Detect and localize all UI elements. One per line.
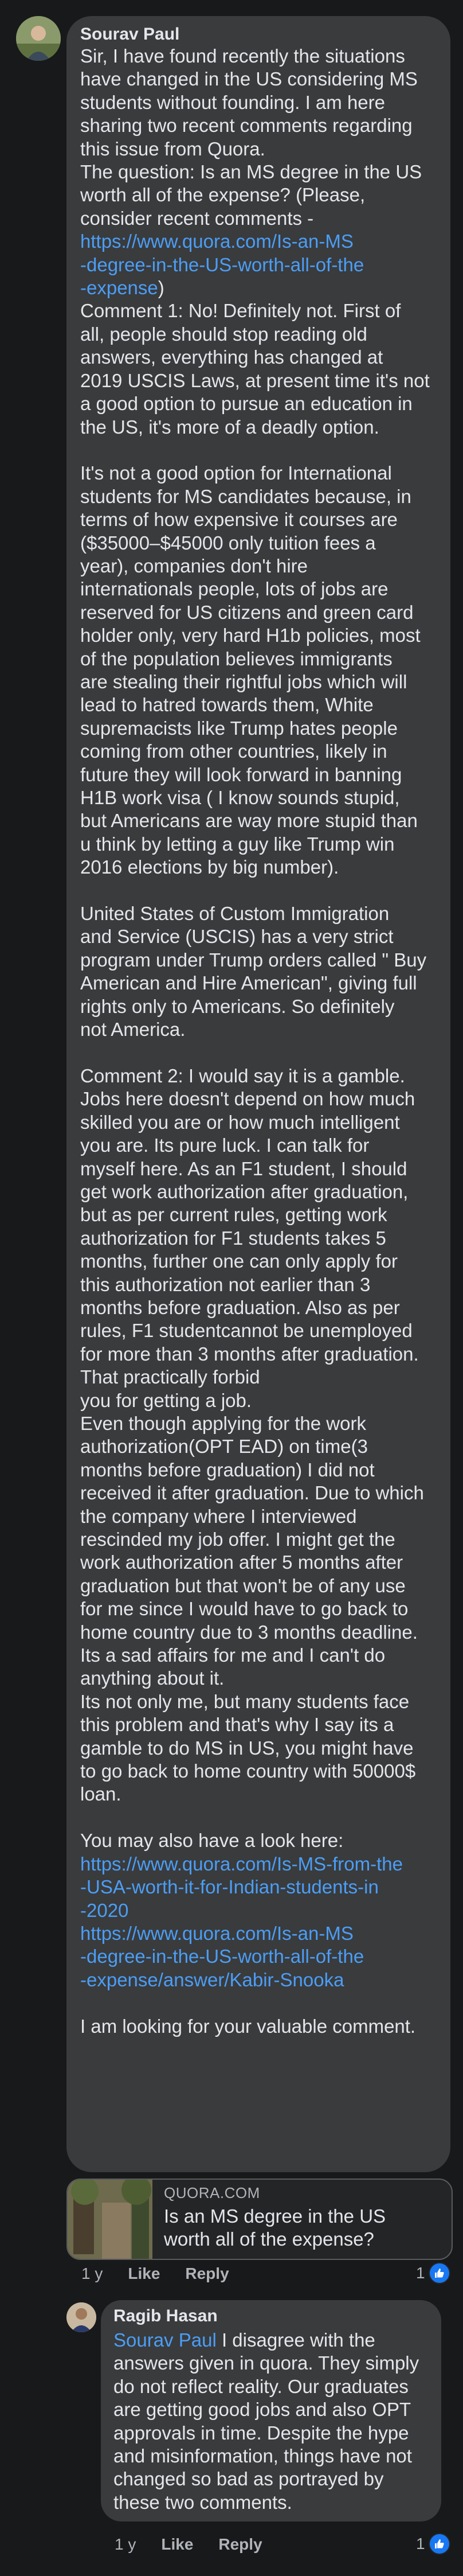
reaction-number: 1 [416, 2264, 425, 2282]
quora-question-link[interactable]: https://www.quora.com/Is-an-MS -degree-i… [80, 231, 364, 298]
reply-text: I disagree with the answers given in quo… [113, 2329, 419, 2513]
reply-bubble: Ragib Hasan Sourav Paul I disagree with … [101, 2300, 441, 2522]
thumbs-up-icon [428, 2533, 450, 2555]
like-button[interactable]: Like [128, 2265, 160, 2283]
comment-text: ) Comment 1: No! Definitely not. First o… [80, 277, 430, 1852]
comment-text: I am looking for your valuable comment. [80, 2015, 416, 2037]
reply-like-button[interactable]: Like [161, 2535, 193, 2554]
comment-text: Sir, I have found recently the situation… [80, 45, 422, 229]
reaction-number: 1 [416, 2535, 425, 2552]
reply-button[interactable]: Reply [185, 2265, 229, 2283]
reply-author-name[interactable]: Ragib Hasan [113, 2306, 429, 2326]
reply-reaction-count[interactable]: 1 [416, 2533, 450, 2555]
preview-thumbnail [68, 2180, 152, 2259]
comment-actions: 1 y Like Reply [81, 2265, 229, 2283]
link-preview-card[interactable]: QUORA.COM Is an MS degree in the US wort… [66, 2179, 453, 2260]
preview-title: Is an MS degree in the US worth all of t… [164, 2205, 386, 2250]
reply-timestamp[interactable]: 1 y [115, 2535, 136, 2554]
comment-body: Sir, I have found recently the situation… [80, 45, 437, 2038]
comment-author-name[interactable]: Sourav Paul [80, 24, 437, 45]
quora-indian-students-link[interactable]: https://www.quora.com/Is-MS-from-the -US… [80, 1853, 403, 1921]
thumbs-up-icon [428, 2262, 450, 2284]
mention-link[interactable]: Sourav Paul [113, 2329, 217, 2351]
comment-timestamp[interactable]: 1 y [81, 2265, 103, 2283]
reply-avatar[interactable] [66, 2302, 96, 2332]
reply-actions: 1 y Like Reply [115, 2535, 262, 2554]
preview-domain: QUORA.COM [164, 2184, 260, 2201]
reaction-count[interactable]: 1 [416, 2262, 450, 2284]
comment-bubble: Sourav Paul Sir, I have found recently t… [66, 16, 450, 2172]
avatar[interactable] [16, 16, 61, 61]
reply-body: Sourav Paul I disagree with the answers … [113, 2329, 429, 2514]
quora-answer-link[interactable]: https://www.quora.com/Is-an-MS -degree-i… [80, 1923, 364, 1990]
reply-reply-button[interactable]: Reply [218, 2535, 262, 2554]
